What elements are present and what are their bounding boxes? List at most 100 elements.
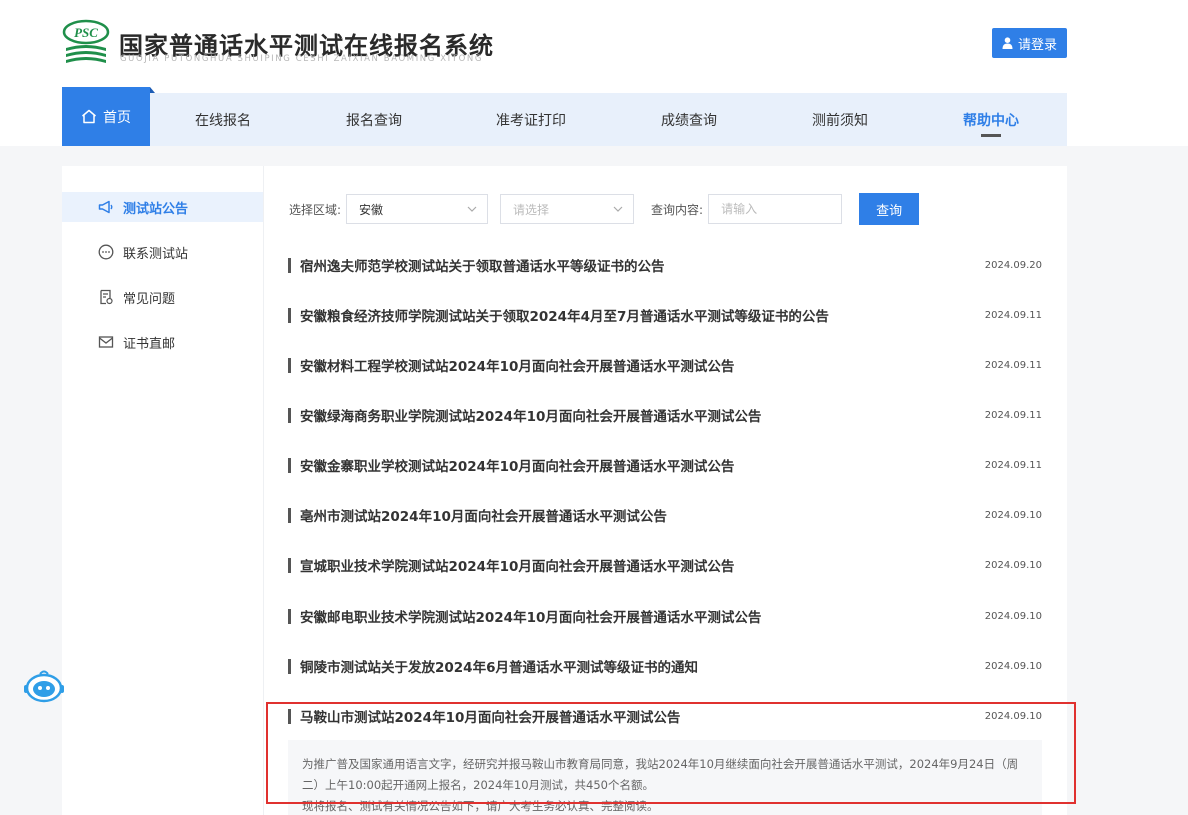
sidebar-item-faq[interactable]: 常见问题 [62,282,263,312]
title-marker [288,457,291,473]
news-item[interactable]: 宿州逸夫师范学校测试站关于领取普通话水平等级证书的公告 2024.09.20 [288,250,1042,280]
news-item[interactable]: 宣城职业技术学院测试站2024年10月面向社会开展普通话水平测试公告 2024.0… [288,550,1042,580]
news-title-text: 安徽绿海商务职业学院测试站2024年10月面向社会开展普通话水平测试公告 [300,409,762,425]
news-item[interactable]: 铜陵市测试站关于发放2024年6月普通话水平测试等级证书的通知 2024.09.1… [288,651,1042,681]
chat-icon [98,244,114,260]
news-title[interactable]: 宣城职业技术学院测试站2024年10月面向社会开展普通话水平测试公告 [288,555,734,575]
user-icon [1002,37,1013,49]
news-date: 2024.09.11 [984,409,1042,421]
news-title-text: 宿州逸夫师范学校测试站关于领取普通话水平等级证书的公告 [300,259,665,275]
news-item[interactable]: 亳州市测试站2024年10月面向社会开展普通话水平测试公告 2024.09.10 [288,500,1042,530]
news-date: 2024.09.10 [984,509,1042,521]
psc-logo: PSC [62,19,110,63]
news-item[interactable]: 安徽粮食经济技师学院测试站关于领取2024年4月至7月普通话水平测试等级证书的公… [288,300,1042,330]
news-title-text: 安徽材料工程学校测试站2024年10月面向社会开展普通话水平测试公告 [300,359,735,375]
news-item[interactable]: 马鞍山市测试站2024年10月面向社会开展普通话水平测试公告 2024.09.10 [288,701,1042,731]
news-date: 2024.09.20 [984,259,1042,271]
nav-home-fold [150,87,155,93]
province-select-value: 安徽 [359,202,384,217]
nav-item-help-center[interactable]: 帮助中心 [926,93,1056,146]
login-button[interactable]: 请登录 [992,28,1067,58]
province-select[interactable]: 安徽 [346,194,489,224]
title-marker [288,257,291,273]
sidebar: 测试站公告 联系测试站 常见问题 证书直邮 [62,166,264,815]
news-title-text: 安徽金寨职业学校测试站2024年10月面向社会开展普通话水平测试公告 [300,459,735,475]
robot-assistant-icon[interactable] [22,668,66,706]
filter-bar: 选择区域: 安徽 请选择 查询内容: 查询 [289,193,920,225]
news-item[interactable]: 安徽邮电职业技术学院测试站2024年10月面向社会开展普通话水平测试公告 2024… [288,601,1042,631]
sidebar-label: 测试站公告 [123,201,189,217]
nav-item-online-registration[interactable]: 在线报名 [158,93,288,146]
news-date: 2024.09.11 [984,359,1042,371]
nav-home-label: 首页 [103,109,131,126]
news-title-text: 安徽粮食经济技师学院测试站关于领取2024年4月至7月普通话水平测试等级证书的公… [300,309,829,325]
query-input[interactable] [708,194,843,224]
nav-item-pretest-notice[interactable]: 测前须知 [775,93,905,146]
sidebar-item-contact-station[interactable]: 联系测试站 [62,237,263,267]
news-title-text: 亳州市测试站2024年10月面向社会开展普通话水平测试公告 [300,509,667,525]
city-select[interactable]: 请选择 [500,194,635,224]
sidebar-label: 证书直邮 [123,336,176,352]
news-title[interactable]: 安徽金寨职业学校测试站2024年10月面向社会开展普通话水平测试公告 [288,455,734,475]
preview-line: 现将报名、测试有关情况公告如下，请广大考生务必认真、完整阅读。 [302,799,659,813]
news-title[interactable]: 安徽材料工程学校测试站2024年10月面向社会开展普通话水平测试公告 [288,355,734,375]
announcement-preview: 为推广普及国家通用语言文字，经研究并报马鞍山市教育局同意，我站2024年10月继… [288,740,1042,815]
news-title[interactable]: 铜陵市测试站关于发放2024年6月普通话水平测试等级证书的通知 [288,656,698,676]
site-subtitle: GUOJIA PUTONGHUA SHUIPING CESHI ZAIXIAN … [120,54,484,64]
news-title-text: 宣城职业技术学院测试站2024年10月面向社会开展普通话水平测试公告 [300,559,735,575]
title-marker [288,708,291,724]
nav-item-score-query[interactable]: 成绩查询 [624,93,754,146]
news-title-text: 铜陵市测试站关于发放2024年6月普通话水平测试等级证书的通知 [300,660,698,676]
news-title-text: 安徽邮电职业技术学院测试站2024年10月面向社会开展普通话水平测试公告 [300,610,762,626]
news-title[interactable]: 安徽绿海商务职业学院测试站2024年10月面向社会开展普通话水平测试公告 [288,405,761,425]
title-marker [288,507,291,523]
chevron-down-icon [467,206,477,212]
preview-line: 为推广普及国家通用语言文字，经研究并报马鞍山市教育局同意，我站2024年10月继… [302,757,1019,771]
header: PSC 国家普通话水平测试在线报名系统 GUOJIA PUTONGHUA SHU… [0,0,1188,146]
active-indicator [981,134,1001,137]
document-icon [100,289,113,305]
home-icon [82,109,96,124]
news-title[interactable]: 马鞍山市测试站2024年10月面向社会开展普通话水平测试公告 [288,706,680,726]
news-title[interactable]: 安徽邮电职业技术学院测试站2024年10月面向社会开展普通话水平测试公告 [288,606,761,626]
sidebar-item-station-notice[interactable]: 测试站公告 [62,192,263,222]
mail-icon [98,336,114,348]
main-nav: 首页 在线报名 报名查询 准考证打印 成绩查询 测前须知 帮助中心 [62,87,1067,146]
content-card: 测试站公告 联系测试站 常见问题 证书直邮 选择区域: 安徽 请选择 查询内容:… [62,166,1067,815]
sidebar-label: 常见问题 [123,291,176,307]
preview-line: 二）上午10:00起开通网上报名，2024年10月测试，共450个名额。 [302,778,654,792]
sidebar-item-certificate-mail[interactable]: 证书直邮 [62,327,263,357]
news-title[interactable]: 安徽粮食经济技师学院测试站关于领取2024年4月至7月普通话水平测试等级证书的公… [288,305,829,325]
news-item[interactable]: 安徽材料工程学校测试站2024年10月面向社会开展普通话水平测试公告 2024.0… [288,350,1042,380]
news-date: 2024.09.10 [984,610,1042,622]
title-marker [288,357,291,373]
title-marker [288,557,291,573]
news-title[interactable]: 宿州逸夫师范学校测试站关于领取普通话水平等级证书的公告 [288,255,665,275]
query-button[interactable]: 查询 [859,193,920,225]
title-marker [288,658,291,674]
news-date: 2024.09.11 [984,309,1042,321]
region-label: 选择区域: [289,202,342,217]
news-title-text: 马鞍山市测试站2024年10月面向社会开展普通话水平测试公告 [300,710,681,726]
title-marker [288,307,291,323]
nav-item-home[interactable]: 首页 [62,87,150,146]
svg-text:PSC: PSC [74,25,98,40]
news-item[interactable]: 安徽绿海商务职业学院测试站2024年10月面向社会开展普通话水平测试公告 2024… [288,400,1042,430]
title-marker [288,407,291,423]
login-label: 请登录 [1017,37,1057,53]
news-date: 2024.09.10 [984,660,1042,672]
news-date: 2024.09.11 [984,459,1042,471]
nav-item-admission-print[interactable]: 准考证打印 [466,93,596,146]
news-item[interactable]: 安徽金寨职业学校测试站2024年10月面向社会开展普通话水平测试公告 2024.0… [288,450,1042,480]
nav-help-label: 帮助中心 [963,112,1019,129]
news-title[interactable]: 亳州市测试站2024年10月面向社会开展普通话水平测试公告 [288,505,667,525]
nav-item-registration-query[interactable]: 报名查询 [309,93,439,146]
chevron-down-icon [613,206,623,212]
news-date: 2024.09.10 [984,559,1042,571]
title-marker [288,608,291,624]
megaphone-icon [98,200,113,214]
query-label: 查询内容: [651,202,704,217]
sidebar-label: 联系测试站 [123,246,189,262]
news-date: 2024.09.10 [984,710,1042,722]
city-select-placeholder: 请选择 [513,202,550,217]
